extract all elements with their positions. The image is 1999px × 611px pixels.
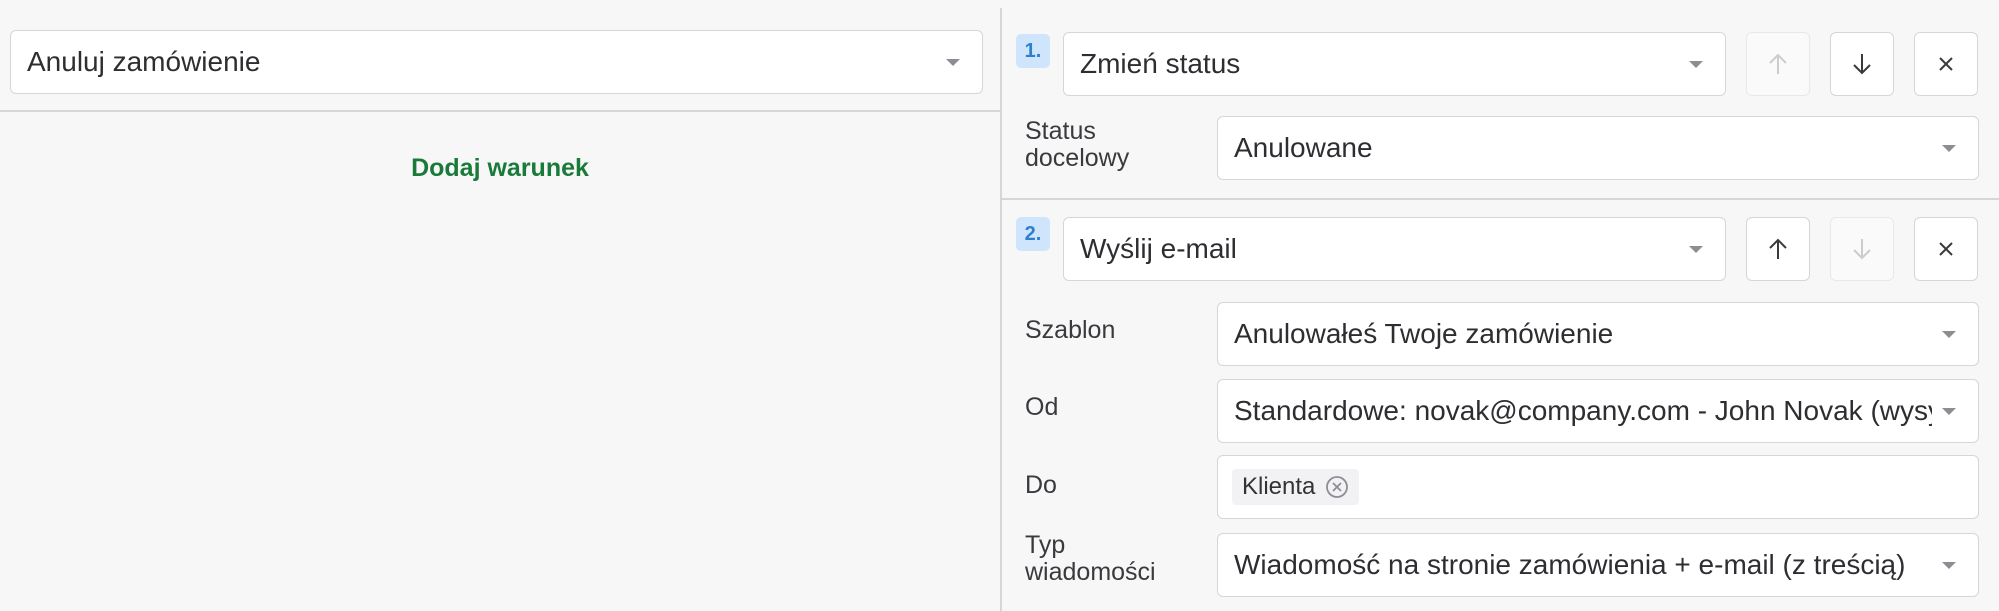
chevron-down-icon [1689, 61, 1703, 68]
close-icon [1939, 57, 1953, 71]
clear-circle-icon[interactable] [1325, 475, 1349, 499]
chevron-down-icon [1689, 246, 1703, 253]
template-select[interactable]: Anulowałeś Twoje zamówienie [1217, 302, 1979, 366]
move-down-button[interactable] [1830, 32, 1894, 96]
chevron-down-icon [1942, 145, 1956, 152]
field-label-message-type: Typ wiadomości [1025, 531, 1156, 586]
trigger-select-value: Anuluj zamówienie [27, 46, 261, 77]
action-number-badge: 2. [1016, 217, 1050, 251]
trigger-select[interactable]: Anuluj zamówienie [10, 30, 983, 94]
move-up-button[interactable] [1746, 32, 1810, 96]
action-divider [1001, 198, 1999, 200]
chevron-down-icon [1942, 562, 1956, 569]
action-type-value: Wyślij e-mail [1080, 233, 1237, 264]
field-label-to: Do [1025, 471, 1057, 499]
recipient-tag-label: Klienta [1242, 473, 1316, 500]
message-type-value: Wiadomość na stronie zamówienia + e-mail… [1234, 549, 1906, 580]
status-select-value: Anulowane [1234, 132, 1373, 163]
arrow-up-icon [1769, 53, 1787, 74]
from-select[interactable]: Standardowe: novak@company.com - John No… [1217, 379, 1979, 443]
message-type-select[interactable]: Wiadomość na stronie zamówienia + e-mail… [1217, 533, 1979, 597]
field-label-status: Status docelowy [1025, 117, 1130, 172]
arrow-down-icon [1853, 54, 1871, 75]
action-type-value: Zmień status [1080, 48, 1241, 79]
template-select-value: Anulowałeś Twoje zamówienie [1234, 318, 1614, 349]
action-number-badge: 1. [1016, 34, 1050, 68]
chevron-down-icon [1942, 408, 1956, 415]
left-divider [0, 110, 1000, 112]
arrow-up-icon [1769, 238, 1787, 259]
remove-action-button[interactable] [1914, 32, 1978, 96]
chevron-down-icon [1942, 331, 1956, 338]
field-label-from: Od [1025, 393, 1059, 421]
move-down-button[interactable] [1830, 217, 1894, 281]
chevron-down-icon [946, 59, 960, 66]
action-type-select[interactable]: Wyślij e-mail [1063, 217, 1726, 281]
add-condition-link[interactable]: Dodaj warunek [0, 154, 1000, 183]
recipient-tag: Klienta [1232, 469, 1360, 505]
arrow-down-icon [1853, 239, 1871, 260]
close-icon [1939, 242, 1953, 256]
panel-divider [1000, 8, 1002, 611]
status-select[interactable]: Anulowane [1217, 116, 1979, 180]
field-label-template: Szablon [1025, 316, 1116, 344]
to-recipients-field[interactable]: Klienta [1217, 455, 1979, 519]
from-select-value: Standardowe: novak@company.com - John No… [1234, 395, 1932, 426]
move-up-button[interactable] [1746, 217, 1810, 281]
action-type-select[interactable]: Zmień status [1063, 32, 1726, 96]
remove-action-button[interactable] [1914, 217, 1978, 281]
